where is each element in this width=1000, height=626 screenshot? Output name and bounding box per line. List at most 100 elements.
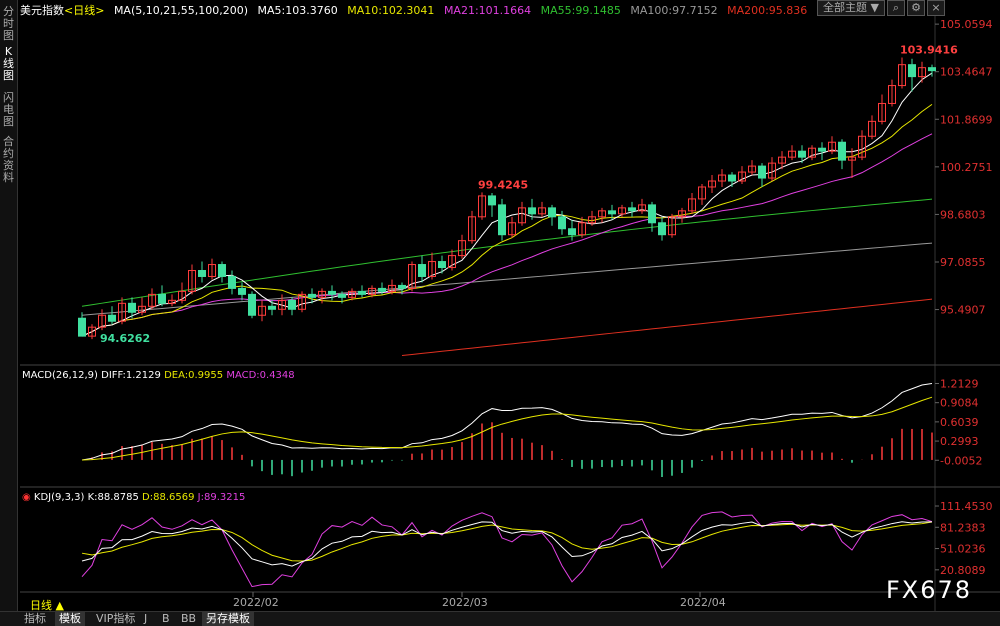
candle-down: [358, 290, 366, 295]
candle-down: [528, 207, 536, 215]
candle-down: [108, 314, 116, 322]
kdj-k: K:88.8785: [87, 492, 139, 503]
price-tick-label: 95.4907: [940, 304, 986, 317]
date-tick-label: 2022/04: [680, 596, 726, 609]
price-tick-label: 105.0594: [940, 18, 993, 31]
candle-down: [648, 204, 656, 224]
kdj-d: D:88.6569: [142, 492, 195, 503]
kdj-header: ◉ KDJ(9,3,3) K:88.8785 D:88.6569 J:89.32…: [22, 492, 245, 503]
candle-down: [418, 264, 426, 277]
candle-down: [498, 204, 506, 236]
macd-tick-label: 1.2129: [940, 377, 979, 390]
settings-button[interactable]: ⚙: [907, 0, 925, 16]
candle-down: [798, 150, 806, 158]
kdj-name: KDJ(9,3,3): [33, 492, 85, 503]
high-annotation: 103.9416: [900, 44, 958, 57]
candle-down: [248, 293, 256, 316]
macd-name: MACD(26,12,9): [22, 370, 98, 381]
theme-dropdown-label: 全部主题: [823, 1, 868, 14]
chart-canvas: 105.0594 103.4647 101.8699 100.2751 98.6803 9…: [20, 0, 1000, 611]
candle-down: [728, 174, 736, 182]
close-icon: ×: [931, 1, 941, 14]
candle-down: [228, 275, 236, 289]
high-annotation: 99.4245: [478, 178, 528, 191]
tab-contract-info[interactable]: 合约资料: [1, 136, 16, 184]
kdj-j: J:89.3215: [197, 492, 246, 503]
candle-down: [338, 293, 346, 298]
tab-flash[interactable]: 闪电图: [1, 92, 16, 128]
tab-j[interactable]: J: [140, 612, 151, 626]
ma5-value: MA5:103.3760: [257, 4, 338, 17]
price-tick-label: 97.0855: [940, 256, 986, 269]
macd-dea-line: [81, 396, 933, 461]
candle-down: [238, 287, 246, 295]
price-tick-label: 100.2751: [940, 161, 993, 174]
tab-kline[interactable]: K线图: [1, 46, 16, 82]
candle-down: [558, 216, 566, 230]
candle-down: [308, 293, 316, 298]
theme-dropdown[interactable]: 全部主题 ▼: [817, 0, 885, 16]
macd-tick-label: 0.9084: [940, 397, 979, 410]
candle-down: [438, 261, 446, 269]
candle-down: [658, 222, 666, 236]
candle-down: [378, 287, 386, 292]
price-tick-label: 103.4647: [940, 66, 993, 79]
tab-vip-indicator[interactable]: VIP指标: [92, 612, 139, 626]
price-tick-label: 98.6803: [940, 208, 986, 221]
tab-b[interactable]: B: [158, 612, 174, 626]
tab-template[interactable]: 模板: [55, 612, 85, 626]
kdj-tick-label: 20.8089: [940, 564, 986, 577]
search-button[interactable]: ⌕: [887, 0, 905, 16]
kdj-j-line: [81, 511, 933, 588]
search-icon: ⌕: [892, 1, 900, 14]
close-button[interactable]: ×: [927, 0, 945, 16]
kdj-tick-label: 111.4530: [940, 500, 993, 513]
bottom-toolbar: 指标 模板 VIP指标 J B BB 另存模板: [0, 611, 1000, 626]
candle-down: [328, 290, 336, 295]
candle-down: [398, 284, 406, 289]
ma100-value: MA100:97.7152: [630, 4, 718, 17]
candle-down: [568, 228, 576, 236]
macd-tick-label: -0.0052: [940, 454, 982, 467]
macd-value: MACD:0.4348: [226, 370, 295, 381]
candle-down: [78, 317, 86, 337]
candle-down: [908, 64, 916, 78]
chevron-down-icon: ▼: [870, 1, 879, 14]
ma55-value: MA55:99.1485: [540, 4, 621, 17]
ma10-value: MA10:102.3041: [347, 4, 435, 17]
ma100-line: [81, 242, 933, 316]
ma21-value: MA21:101.1664: [443, 4, 532, 17]
symbol-title: 美元指数: [20, 4, 64, 17]
sidebar: 分时图 K线图 闪电图 合约资料: [0, 0, 18, 625]
macd-tick-label: 0.6039: [940, 416, 979, 429]
tab-indicator[interactable]: 指标: [20, 612, 50, 626]
kdj-tick-label: 81.2383: [940, 521, 986, 534]
candle-down: [128, 302, 136, 313]
candle-down: [288, 299, 296, 310]
kdj-d-line: [81, 521, 933, 562]
date-tick-label: 2022/03: [442, 596, 488, 609]
candle-down: [488, 195, 496, 206]
ma55-line: [81, 198, 933, 307]
tab-save-template[interactable]: 另存模板: [202, 612, 254, 626]
candle-down: [758, 165, 766, 179]
tab-bb[interactable]: BB: [177, 612, 200, 626]
price-tick-label: 101.8699: [940, 113, 993, 126]
date-tick-label: 2022/02: [233, 596, 279, 609]
ma5-line: [81, 72, 933, 337]
candle-down: [608, 210, 616, 215]
low-annotation: 94.6262: [100, 332, 150, 345]
gear-icon: ⚙: [911, 1, 921, 14]
indicator-header: 美元指数<日线> MA(5,10,21,55,100,200) MA5:103.…: [20, 2, 813, 17]
candle-down: [268, 305, 276, 310]
tab-intraday[interactable]: 分时图: [1, 6, 16, 42]
candle-down: [928, 67, 936, 72]
kdj-marker-icon: ◉: [22, 492, 31, 503]
ma10-line: [81, 103, 933, 337]
macd-tick-label: 0.2993: [940, 435, 979, 448]
watermark: FX678: [886, 576, 973, 604]
macd-header: MACD(26,12,9) DIFF:1.2129 DEA:0.9955 MAC…: [22, 370, 295, 381]
candle-down: [198, 270, 206, 277]
macd-dea: DEA:0.9955: [164, 370, 224, 381]
macd-diff: DIFF:1.2129: [101, 370, 161, 381]
